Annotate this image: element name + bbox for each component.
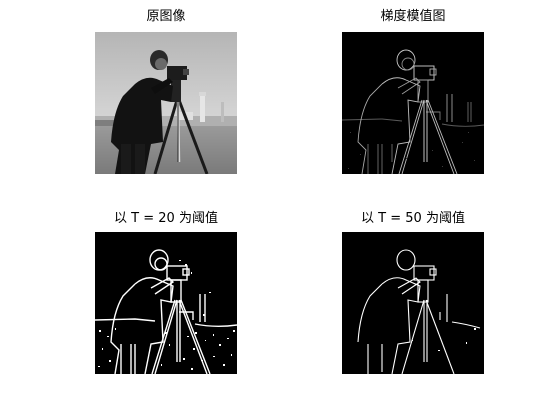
original-image-graphic [95, 32, 237, 174]
threshold-20-image [95, 232, 237, 374]
panel-title-threshold-50: 以 T = 50 为阈值 [361, 211, 465, 226]
threshold-50-graphic [342, 232, 484, 374]
threshold-20-graphic [95, 232, 237, 374]
gradient-image [342, 32, 484, 174]
panel-title-original: 原图像 [146, 9, 186, 24]
gradient-image-graphic [342, 32, 484, 174]
original-image [95, 32, 237, 174]
threshold-50-image [342, 232, 484, 374]
panel-title-gradient: 梯度模值图 [380, 9, 446, 24]
figure-window: 原图像 梯度模值图 以 T = 20 为阈值 以 T = 50 为阈值 [0, 0, 560, 420]
panel-title-threshold-20: 以 T = 20 为阈值 [114, 211, 218, 226]
